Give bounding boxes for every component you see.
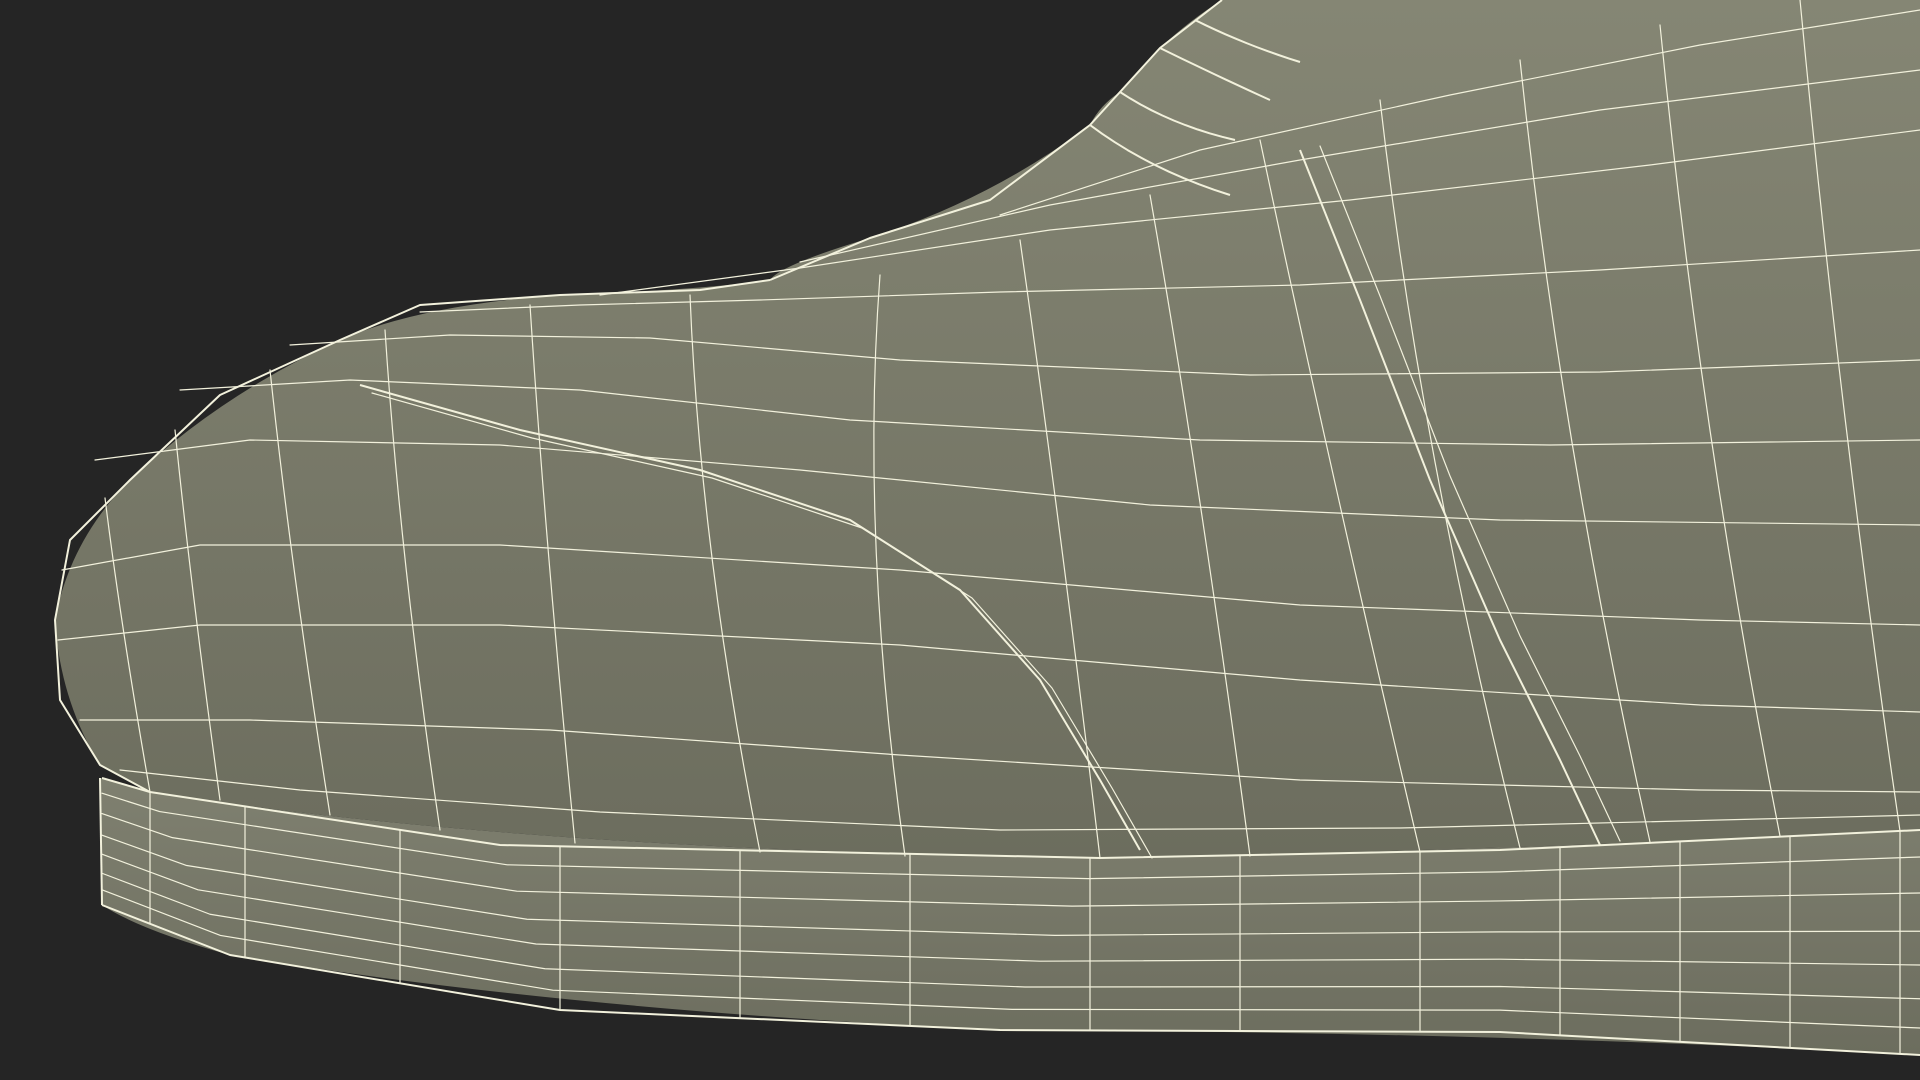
render-viewport [0, 0, 1920, 1080]
upper-surface [55, 0, 1920, 858]
shoe-wireframe-render [54, 0, 1920, 1056]
